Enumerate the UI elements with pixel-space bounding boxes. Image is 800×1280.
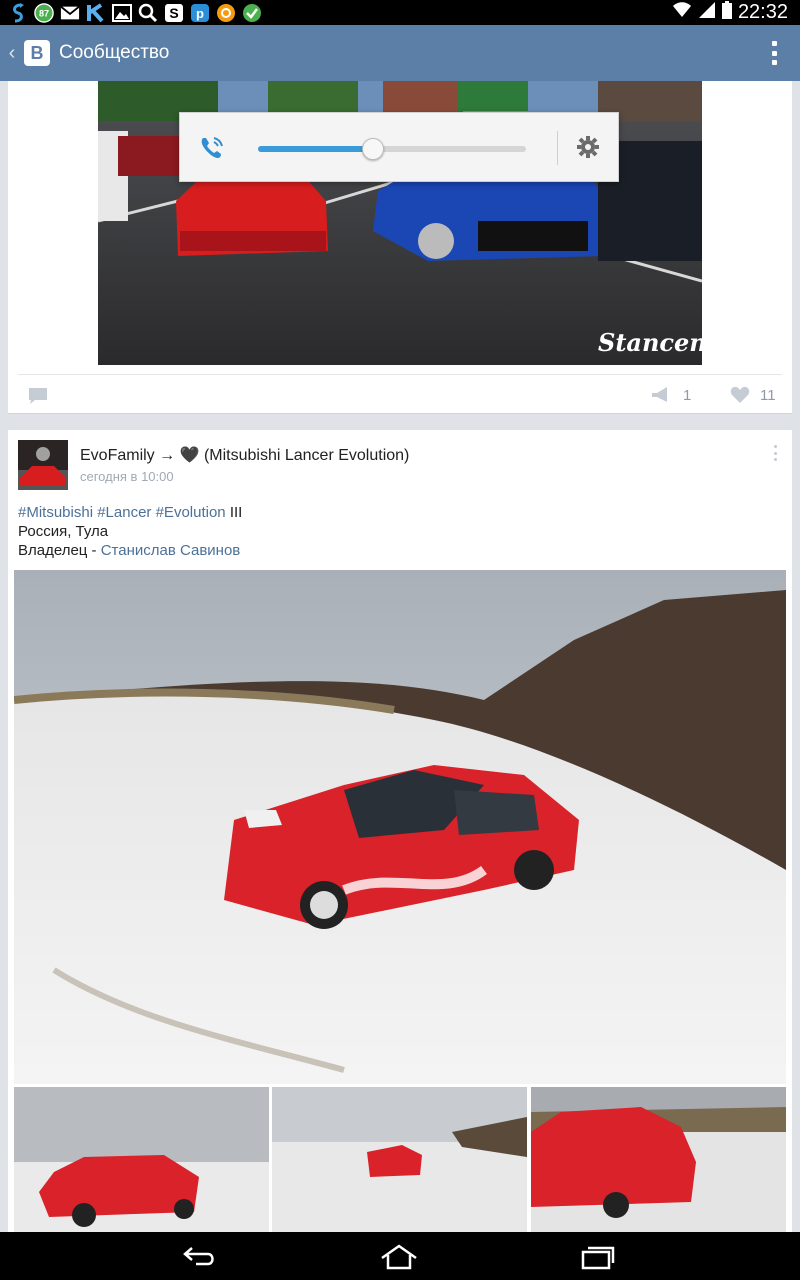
share-icon[interactable] [651,386,671,409]
share-count: 1 [683,387,692,404]
odnoklassniki-icon [216,3,236,23]
signal-icon [698,1,716,24]
owner-label: Владелец - [18,542,101,559]
battery-icon [721,1,732,24]
page-title: Сообщество [59,42,170,63]
post-menu-icon[interactable] [774,445,778,461]
checkmark-icon [242,3,262,23]
image-icon [112,3,132,23]
post-time: сегодня в 10:00 [80,469,174,484]
wifi-icon [672,1,692,24]
hashtag[interactable]: #Lancer [97,504,151,521]
sync-icon [8,2,28,23]
volume-slider[interactable] [258,138,526,160]
vk-logo[interactable]: В [24,40,50,66]
back-icon[interactable] [182,1244,218,1273]
photo-thumbnail[interactable] [530,1087,786,1232]
heart-icon[interactable] [730,386,750,409]
post-actions: 1 11 [18,374,782,414]
photo-thumbnails [14,1087,786,1232]
post-card: EvoFamily → 🖤 (Mitsubishi Lancer Evoluti… [8,430,792,1240]
hashtag[interactable]: #Mitsubishi [18,504,93,521]
post-photo[interactable] [14,570,786,1084]
badge-value: 87 [39,8,49,18]
clock: 22:32 [737,1,788,23]
volume-panel [179,112,619,182]
heart-black-icon: 🖤 [179,447,200,464]
back-chevron-icon[interactable]: ‹ [2,42,22,65]
photo-watermark: Stancenation [598,328,702,357]
recents-icon[interactable] [580,1244,616,1275]
p-app-icon: p [190,3,210,23]
phone-volume-icon [198,134,226,167]
volume-slider-fill [258,146,374,152]
gear-icon[interactable] [576,135,600,164]
owner-line: Владелец - Станислав Савинов [18,541,242,560]
location-text: Россия, Тула [18,523,109,540]
comment-icon[interactable] [28,387,48,410]
search-icon [138,3,158,23]
app-bar: ‹ В Сообщество [0,25,800,81]
skype-icon: S [164,3,184,23]
hashtag-line: #Mitsubishi #Lancer #Evolution III [18,503,242,522]
svg-text:S: S [169,5,178,21]
like-count: 11 [760,387,776,404]
author-community-target[interactable]: (Mitsubishi Lancer Evolution) [200,447,409,464]
home-icon[interactable] [379,1244,419,1275]
model-suffix: III [225,504,243,521]
author-community[interactable]: EvoFamily → [80,447,180,464]
post-text: #Mitsubishi #Lancer #Evolution III Росси… [18,503,242,560]
k-app-icon [86,2,106,23]
svg-text:p: p [196,6,204,21]
overflow-menu-icon[interactable] [772,41,778,65]
hashtag[interactable]: #Evolution [156,504,226,521]
badge-icon: 87 [34,2,54,23]
photo-thumbnail[interactable] [272,1087,528,1232]
mail-icon [60,3,80,23]
volume-slider-thumb[interactable] [362,138,385,160]
post-author[interactable]: EvoFamily → 🖤 (Mitsubishi Lancer Evoluti… [80,445,409,465]
avatar[interactable] [18,440,68,490]
owner-link[interactable]: Станислав Савинов [101,542,241,559]
navigation-bar [0,1232,800,1280]
photo-thumbnail[interactable] [14,1087,269,1232]
status-bar: 87 S p 22:32 [0,0,800,25]
divider [557,131,558,165]
